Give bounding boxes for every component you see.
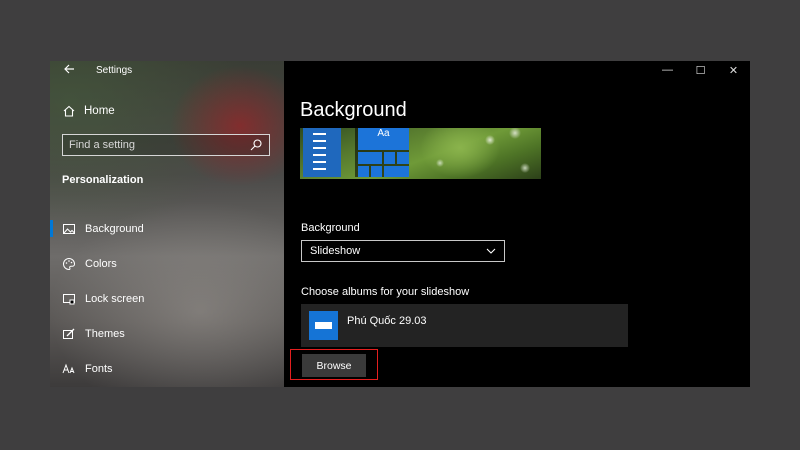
main-content: — ☐ ✕ Background Aa Background Slideshow: [284, 61, 750, 387]
palette-icon: [62, 257, 76, 271]
themes-icon: [62, 327, 76, 341]
sidebar-item-label: Lock screen: [85, 292, 145, 305]
albums-label: Choose albums for your slideshow: [301, 286, 470, 298]
sidebar-item-fonts[interactable]: Fonts: [50, 351, 284, 386]
album-item[interactable]: Phú Quốc 29.03: [301, 304, 628, 347]
title-bar: Settings: [50, 61, 284, 81]
search-input[interactable]: [69, 139, 249, 151]
preview-start-menu: [303, 128, 341, 177]
sidebar-item-colors[interactable]: Colors: [50, 246, 284, 281]
sidebar-item-label: Fonts: [85, 362, 113, 375]
search-box: [62, 134, 270, 156]
picture-icon: [62, 222, 76, 236]
background-dropdown[interactable]: Slideshow: [301, 240, 505, 262]
sidebar-item-label: Background: [85, 222, 144, 235]
sidebar-item-label: Colors: [85, 257, 117, 270]
settings-window: Settings Home Personalization Background: [50, 61, 750, 387]
sidebar-item-label: Themes: [85, 327, 125, 340]
home-link[interactable]: Home: [62, 104, 115, 118]
album-icon: [309, 311, 338, 340]
chevron-down-icon: [484, 244, 498, 258]
background-preview: Aa: [300, 128, 541, 179]
sidebar: Settings Home Personalization Background: [50, 61, 284, 387]
lock-screen-icon: [62, 292, 76, 306]
search-icon[interactable]: [249, 138, 263, 152]
back-arrow-icon[interactable]: [62, 63, 76, 77]
close-button[interactable]: ✕: [717, 62, 750, 78]
sidebar-item-background[interactable]: Background: [50, 211, 284, 246]
window-controls: — ☐ ✕: [651, 62, 750, 78]
highlight-box: [290, 349, 378, 380]
home-label: Home: [84, 105, 115, 117]
sidebar-item-lock-screen[interactable]: Lock screen: [50, 281, 284, 316]
fonts-icon: [62, 362, 76, 376]
app-title: Settings: [96, 65, 133, 76]
background-dropdown-value: Slideshow: [310, 245, 361, 257]
minimize-button[interactable]: —: [651, 62, 684, 78]
home-icon: [62, 104, 76, 118]
section-title: Personalization: [62, 174, 144, 186]
background-label: Background: [301, 222, 360, 234]
sidebar-item-themes[interactable]: Themes: [50, 316, 284, 351]
album-name: Phú Quốc 29.03: [347, 314, 427, 327]
page-title: Background: [300, 99, 407, 121]
maximize-button[interactable]: ☐: [684, 62, 717, 78]
sidebar-nav: Background Colors Lock screen Themes Fon…: [50, 211, 284, 386]
preview-text-tile: Aa: [358, 128, 409, 150]
